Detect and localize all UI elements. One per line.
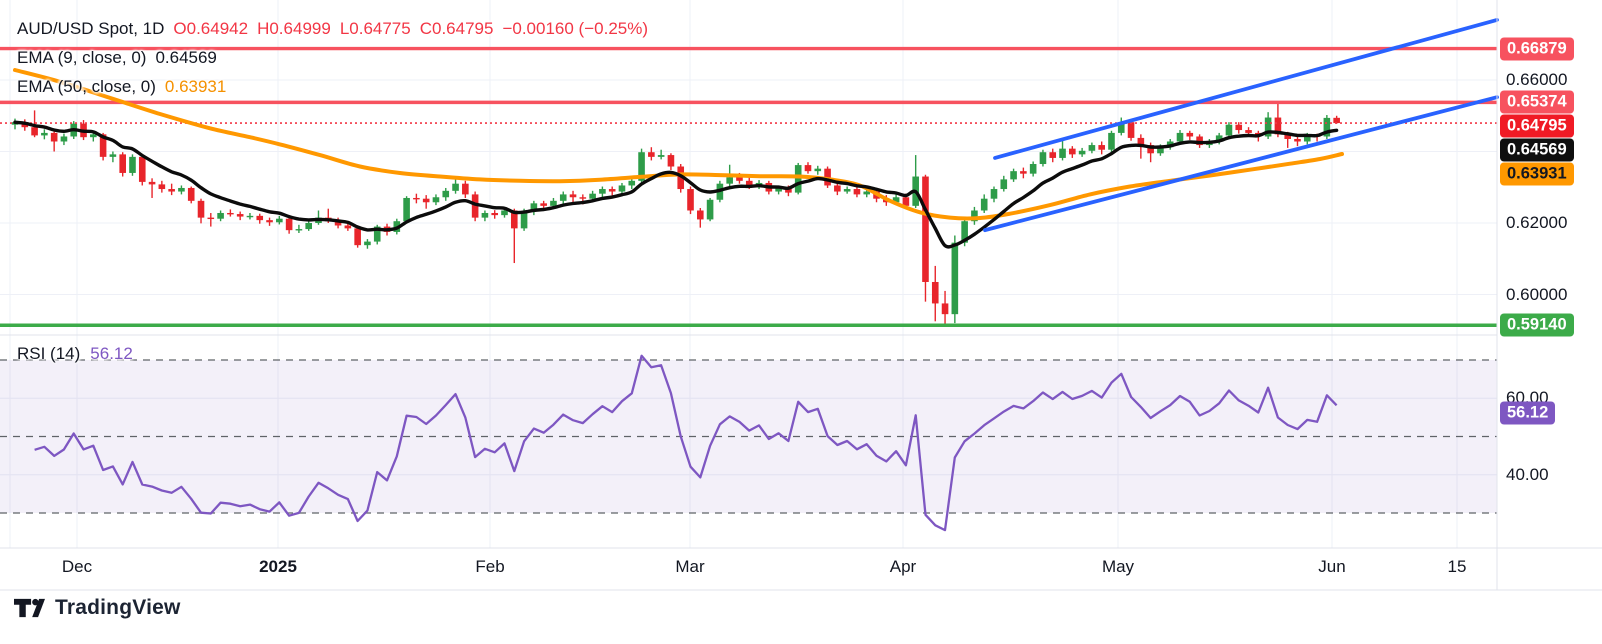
ema9-value: 0.64569 (155, 48, 216, 68)
axis-rsi-label: 40.00 (1506, 465, 1549, 485)
price-badge-0.64569: 0.64569 (1500, 139, 1574, 162)
price-badge-0.65374: 0.65374 (1500, 91, 1574, 114)
price-badge-0.66879: 0.66879 (1500, 37, 1574, 60)
ohlc-close: C0.64795 (420, 19, 494, 39)
rsi-value: 56.12 (90, 344, 133, 364)
ema50-label[interactable]: EMA (50, close, 0) (17, 77, 156, 97)
price-badge-0.59140: 0.59140 (1500, 314, 1574, 337)
ohlc-open: O0.64942 (173, 19, 248, 39)
channel-lower-trendline[interactable] (985, 97, 1497, 230)
price-badge-56.12: 56.12 (1500, 402, 1555, 425)
main-legend: AUD/USD Spot, 1D O0.64942 H0.64999 L0.64… (17, 14, 648, 101)
time-tick-Mar: Mar (675, 557, 704, 577)
symbol-title[interactable]: AUD/USD Spot, 1D (17, 19, 164, 39)
time-tick-Apr: Apr (890, 557, 916, 577)
rsi-label[interactable]: RSI (14) (17, 344, 80, 364)
ema9-legend-row[interactable]: EMA (9, close, 0) 0.64569 (17, 43, 648, 72)
tradingview-logo-text: TradingView (55, 596, 181, 620)
time-tick-Jun: Jun (1318, 557, 1345, 577)
ohlc-change: −0.00160 (−0.25%) (502, 19, 648, 39)
rsi-legend-row[interactable]: RSI (14) 56.12 (17, 344, 133, 364)
price-badge-0.64795: 0.64795 (1500, 115, 1574, 138)
rsi-band (0, 360, 1497, 513)
time-tick-Dec: Dec (62, 557, 92, 577)
ema50-legend-row[interactable]: EMA (50, close, 0) 0.63931 (17, 72, 648, 101)
tradingview-chart-window: AUD/USD Spot, 1D O0.64942 H0.64999 L0.64… (0, 0, 1602, 644)
ohlc-high: H0.64999 (257, 19, 331, 39)
ohlc-low: L0.64775 (340, 19, 411, 39)
price-badge-0.63931: 0.63931 (1500, 163, 1574, 186)
time-tick-15: 15 (1448, 557, 1467, 577)
ema50-value: 0.63931 (165, 77, 226, 97)
axis-price-label: 0.66000 (1506, 70, 1567, 90)
ema9-label[interactable]: EMA (9, close, 0) (17, 48, 146, 68)
time-tick-Feb: Feb (475, 557, 504, 577)
tradingview-logo-icon (14, 594, 45, 622)
time-tick-May: May (1102, 557, 1134, 577)
time-tick-2025: 2025 (259, 557, 297, 577)
candles-layer (12, 103, 1340, 326)
symbol-legend-row[interactable]: AUD/USD Spot, 1D O0.64942 H0.64999 L0.64… (17, 14, 648, 43)
axis-price-label: 0.62000 (1506, 213, 1567, 233)
tradingview-logo[interactable]: TradingView (14, 594, 181, 622)
axis-price-label: 0.60000 (1506, 285, 1567, 305)
